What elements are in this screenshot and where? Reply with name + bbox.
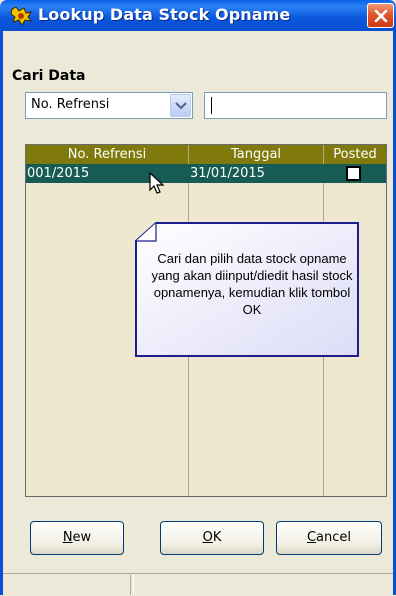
grid-header: No. Refrensi Tanggal Posted — [26, 145, 386, 164]
mouse-cursor-icon — [149, 172, 165, 194]
column-header-no-refrensi[interactable]: No. Refrensi — [26, 145, 188, 164]
cell-no-refrensi: 001/2015 — [27, 166, 90, 181]
close-icon — [374, 9, 388, 23]
column-header-posted[interactable]: Posted — [324, 145, 386, 164]
title-bar[interactable]: Lookup Data Stock Opname — [0, 0, 396, 31]
posted-checkbox[interactable] — [346, 166, 361, 181]
cell-tanggal: 31/01/2015 — [190, 166, 265, 181]
status-divider — [130, 575, 134, 595]
app-icon — [10, 6, 33, 26]
close-button[interactable] — [367, 3, 394, 28]
tooltip-text: Cari dan pilih data stock opname yang ak… — [151, 251, 353, 317]
cancel-button[interactable]: Cancel — [276, 521, 382, 555]
chevron-down-icon — [175, 102, 187, 110]
status-bar — [3, 573, 393, 596]
search-field-select[interactable]: No. Refrensi — [25, 92, 193, 119]
search-field-value: No. Refrensi — [31, 97, 110, 112]
search-section-label: Cari Data — [12, 68, 86, 84]
ok-button[interactable]: OK — [160, 521, 264, 555]
search-input[interactable] — [204, 92, 387, 119]
text-caret — [211, 97, 212, 114]
column-header-tanggal[interactable]: Tanggal — [189, 145, 323, 164]
new-button[interactable]: New — [30, 521, 124, 555]
dropdown-button[interactable] — [170, 94, 191, 117]
window-title: Lookup Data Stock Opname — [38, 5, 291, 24]
table-row[interactable]: 001/2015 31/01/2015 — [26, 164, 386, 183]
